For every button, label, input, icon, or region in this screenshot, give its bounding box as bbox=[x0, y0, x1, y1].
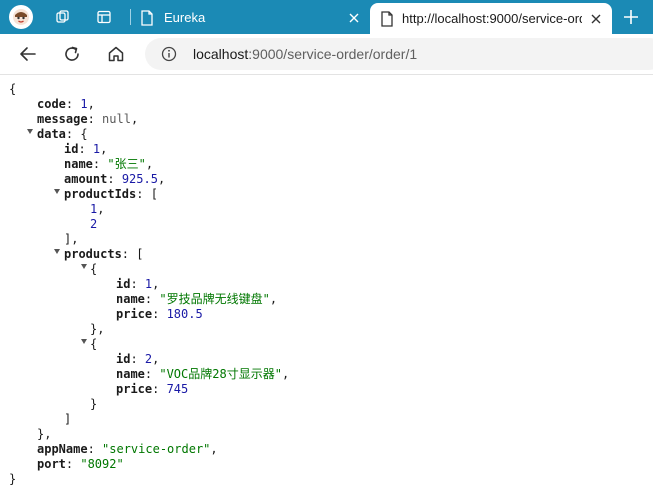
page-icon bbox=[379, 11, 395, 27]
json-line-productIds: productIds: [ bbox=[64, 187, 158, 201]
json-line-product-name: name: "罗技品牌无线键盘", bbox=[116, 292, 278, 306]
plus-icon bbox=[624, 10, 638, 24]
tab-strip: Eureka http://localhost:9000/service-ord… bbox=[0, 0, 653, 34]
json-line-products: products: [ bbox=[64, 247, 144, 261]
home-icon bbox=[108, 46, 124, 62]
json-key: id bbox=[64, 142, 79, 156]
json-key: id bbox=[116, 277, 131, 291]
json-line-product-name: name: "VOC品牌28寸显示器", bbox=[116, 367, 290, 381]
json-string: "service-order" bbox=[102, 442, 211, 456]
json-line-data: data: { bbox=[37, 127, 88, 141]
json-close-brace: }, bbox=[90, 322, 105, 336]
json-close-bracket: ] bbox=[64, 412, 72, 426]
info-icon[interactable] bbox=[161, 46, 177, 62]
collapse-triangle-icon[interactable] bbox=[81, 339, 87, 344]
home-button[interactable] bbox=[104, 42, 128, 66]
tab-label: http://localhost:9000/service-order/orde… bbox=[402, 11, 582, 26]
json-key: id bbox=[116, 352, 131, 366]
json-key: price bbox=[116, 307, 153, 321]
json-key: code bbox=[37, 97, 66, 111]
json-number: 1 bbox=[90, 202, 98, 216]
json-string: "张三" bbox=[107, 157, 146, 171]
json-line-product-id: id: 2, bbox=[116, 352, 160, 366]
collapse-triangle-icon[interactable] bbox=[27, 129, 33, 134]
json-close-brace: } bbox=[90, 397, 98, 411]
url-host: localhost bbox=[193, 46, 249, 62]
tab-separator bbox=[130, 9, 131, 25]
new-tab-button[interactable] bbox=[618, 5, 644, 29]
json-viewer: { code: 1, message: null, data: { id: 1,… bbox=[0, 75, 653, 497]
url-path: :9000/service-order/order/1 bbox=[248, 46, 418, 62]
json-number: 925.5 bbox=[121, 172, 158, 186]
json-number: 2 bbox=[90, 217, 98, 231]
json-number: 1 bbox=[144, 277, 153, 291]
json-key: amount bbox=[64, 172, 108, 186]
json-line-amount: amount: 925.5, bbox=[64, 172, 166, 186]
back-arrow-icon bbox=[20, 47, 36, 61]
json-key: appName bbox=[37, 442, 88, 456]
json-line-productId: 1, bbox=[90, 202, 105, 216]
json-key: data bbox=[37, 127, 66, 141]
json-key: message bbox=[37, 112, 88, 126]
json-string: "罗技品牌无线键盘" bbox=[159, 292, 270, 306]
json-open-brace: { bbox=[9, 82, 17, 96]
address-bar[interactable]: localhost:9000/service-order/order/1 bbox=[145, 38, 653, 70]
json-close-bracket: ], bbox=[64, 232, 79, 246]
page-icon bbox=[139, 10, 155, 26]
close-icon[interactable] bbox=[346, 10, 362, 26]
json-key: productIds bbox=[64, 187, 137, 201]
workspaces-icon[interactable] bbox=[51, 5, 75, 29]
json-key: name bbox=[64, 157, 93, 171]
reload-icon bbox=[65, 46, 79, 61]
navigation-toolbar: localhost:9000/service-order/order/1 bbox=[0, 34, 653, 75]
json-string: "VOC品牌28寸显示器" bbox=[159, 367, 282, 381]
json-key: port bbox=[37, 457, 66, 471]
json-number: 180.5 bbox=[166, 307, 203, 321]
close-icon[interactable] bbox=[588, 11, 604, 27]
json-close-brace: }, bbox=[37, 427, 52, 441]
json-line-name: name: "张三", bbox=[64, 157, 154, 171]
json-key: products bbox=[64, 247, 122, 261]
json-number: 2 bbox=[144, 352, 153, 366]
json-number: 1 bbox=[92, 142, 101, 156]
json-line-id: id: 1, bbox=[64, 142, 108, 156]
reload-button[interactable] bbox=[60, 42, 84, 66]
collapse-triangle-icon[interactable] bbox=[81, 264, 87, 269]
json-line-code: code: 1, bbox=[37, 97, 95, 111]
json-null: null bbox=[102, 112, 131, 126]
tab-actions-icon[interactable] bbox=[92, 5, 116, 29]
json-line-product-price: price: 180.5 bbox=[116, 307, 203, 321]
json-line-message: message: null, bbox=[37, 112, 139, 126]
tab-service-order[interactable]: http://localhost:9000/service-order/orde… bbox=[370, 3, 612, 34]
json-close-brace: } bbox=[9, 472, 17, 486]
json-number: 1 bbox=[80, 97, 88, 111]
json-line-appName: appName: "service-order", bbox=[37, 442, 218, 456]
url-text: localhost:9000/service-order/order/1 bbox=[193, 46, 417, 62]
back-button[interactable] bbox=[16, 42, 40, 66]
json-string: "8092" bbox=[80, 457, 124, 471]
json-line-product-id: id: 1, bbox=[116, 277, 160, 291]
json-key: price bbox=[116, 382, 153, 396]
collapse-triangle-icon[interactable] bbox=[54, 189, 60, 194]
tab-eureka[interactable]: Eureka bbox=[136, 4, 370, 32]
json-line-product-price: price: 745 bbox=[116, 382, 189, 396]
json-open-brace: { bbox=[90, 337, 98, 351]
json-key: name bbox=[116, 367, 145, 381]
json-key: name bbox=[116, 292, 145, 306]
json-line-productId: 2 bbox=[90, 217, 97, 232]
avatar-icon[interactable] bbox=[9, 5, 33, 29]
json-number: 745 bbox=[166, 382, 189, 396]
tab-label: Eureka bbox=[164, 10, 206, 25]
collapse-triangle-icon[interactable] bbox=[54, 249, 60, 254]
json-line-port: port: "8092" bbox=[37, 457, 124, 471]
json-open-brace: { bbox=[90, 262, 98, 276]
